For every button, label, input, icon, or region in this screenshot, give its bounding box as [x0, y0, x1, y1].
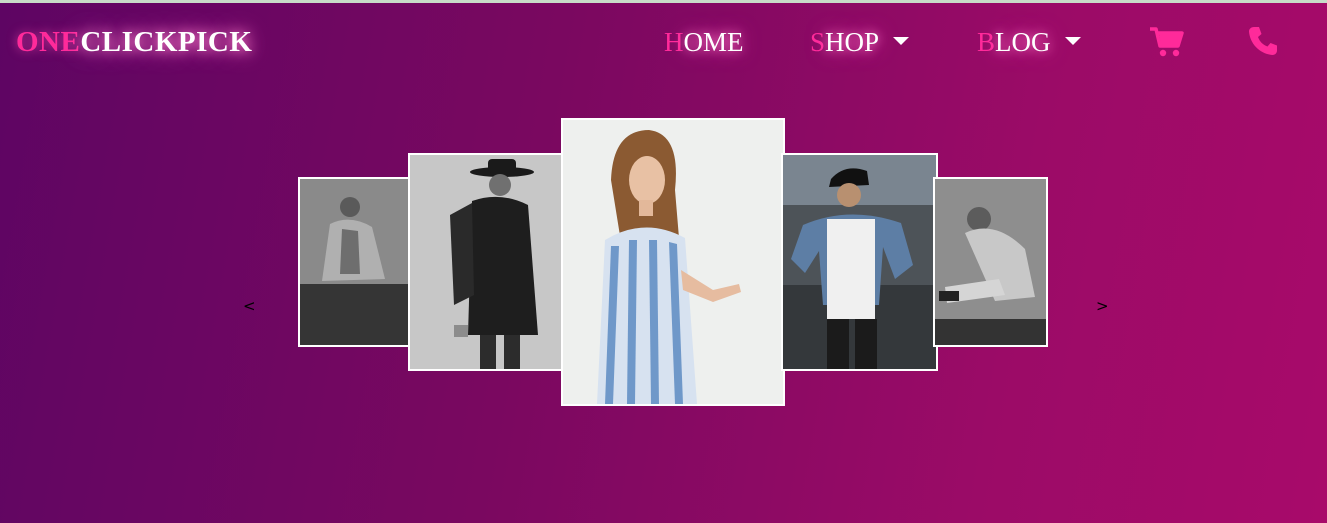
nav-blog-label: LOG	[995, 27, 1051, 57]
slide-image	[300, 179, 410, 345]
carousel-slide[interactable]	[408, 153, 566, 371]
brand-logo[interactable]: ONECLICKPICK	[16, 25, 252, 59]
slide-image	[563, 120, 783, 404]
nav-home[interactable]: HOME	[664, 25, 744, 59]
blog-caret-down-icon	[1064, 36, 1081, 45]
brand-part-one: ONE	[16, 26, 81, 58]
nav-home-initial: H	[664, 27, 684, 57]
carousel-slide-active[interactable]	[561, 118, 785, 406]
nav-blog-initial: B	[977, 27, 996, 57]
shop-caret-down-icon	[893, 36, 910, 45]
nav-shop[interactable]: SHOP	[810, 25, 910, 59]
carousel-next-button[interactable]: >	[1096, 298, 1109, 314]
carousel-prev-button[interactable]: <	[243, 298, 256, 314]
carousel-slide[interactable]	[781, 153, 938, 371]
shopping-cart-icon[interactable]	[1149, 26, 1185, 63]
slide-image	[935, 179, 1046, 345]
nav-shop-label: HOP	[825, 27, 880, 57]
nav-blog[interactable]: BLOG	[977, 25, 1081, 59]
carousel-slide[interactable]	[933, 177, 1048, 347]
carousel-slide[interactable]	[298, 177, 412, 347]
slide-image	[783, 155, 936, 369]
phone-icon[interactable]	[1247, 25, 1279, 62]
top-border	[0, 0, 1327, 3]
brand-part-two: CLICKPICK	[80, 26, 253, 58]
slide-image	[410, 155, 564, 369]
nav-shop-initial: S	[810, 27, 826, 57]
nav-home-label: OME	[683, 27, 744, 57]
